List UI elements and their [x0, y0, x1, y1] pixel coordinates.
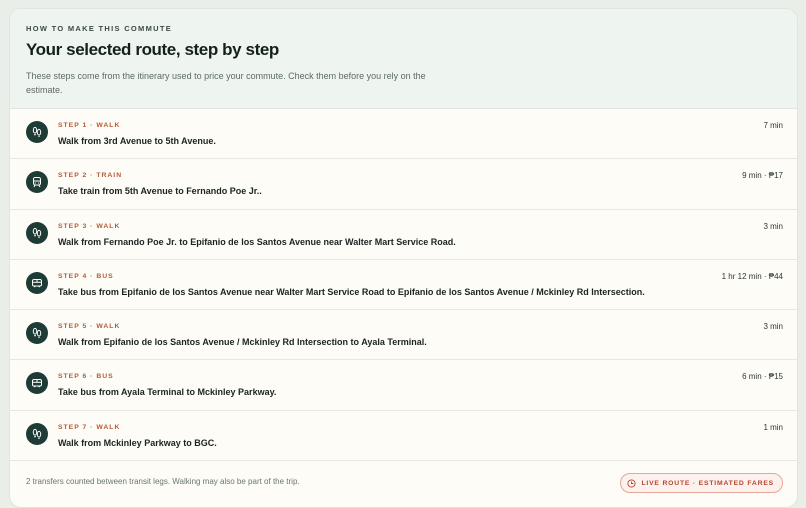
card-footer: 2 transfers counted between transit legs…	[10, 461, 797, 499]
card-header: HOW TO MAKE THIS COMMUTE Your selected r…	[10, 9, 797, 109]
step-duration: 3 min	[763, 322, 783, 332]
step-instruction: Walk from 3rd Avenue to 5th Avenue.	[58, 136, 216, 146]
walk-icon	[26, 322, 48, 345]
walk-icon	[26, 221, 48, 244]
step-duration: 3 min	[763, 221, 783, 231]
step-row: STEP 6 · BUS Take bus from Ayala Terminal…	[10, 360, 797, 411]
step-instruction: Take bus from Ayala Terminal to Mckinley…	[58, 387, 277, 398]
step-duration: 6 min · ₱15	[742, 372, 783, 382]
step-kicker: STEP 6 · BUS	[58, 373, 114, 381]
page-title: Your selected route, step by step	[26, 40, 279, 59]
walk-icon	[26, 121, 48, 143]
step-row: STEP 1 · WALK Walk from 3rd Avenue to 5th…	[10, 109, 797, 160]
step-row: STEP 3 · WALK Walk from Fernando Poe Jr. …	[10, 210, 797, 260]
badge-label: LIVE ROUTE · ESTIMATED FARES	[641, 479, 774, 487]
walk-icon	[26, 422, 48, 445]
step-row: STEP 5 · WALK Walk from Epifanio de los S…	[10, 310, 797, 361]
step-instruction: Walk from Epifanio de los Santos Avenue …	[58, 337, 427, 348]
step-duration: 9 min · ₱17	[742, 171, 783, 181]
step-kicker: STEP 5 · WALK	[58, 323, 121, 331]
clock-icon	[627, 479, 637, 488]
section-description: These steps come from the itinerary used…	[26, 71, 426, 95]
section-eyebrow: HOW TO MAKE THIS COMMUTE	[26, 24, 173, 33]
train-icon	[26, 171, 48, 194]
step-instruction: Take bus from Epifanio de los Santos Ave…	[58, 286, 645, 297]
bus-icon	[26, 271, 48, 294]
step-kicker: STEP 3 · WALK	[58, 222, 121, 230]
step-instruction: Take train from 5th Avenue to Fernando P…	[58, 186, 262, 197]
step-kicker: STEP 1 · WALK	[58, 122, 121, 129]
live-route-badge: LIVE ROUTE · ESTIMATED FARES	[620, 473, 783, 494]
commute-steps-card: HOW TO MAKE THIS COMMUTE Your selected r…	[9, 8, 798, 508]
step-row: STEP 4 · BUS Take bus from Epifanio de lo…	[10, 260, 797, 311]
step-duration: 1 hr 12 min · ₱44	[721, 271, 783, 281]
step-kicker: STEP 4 · BUS	[58, 272, 114, 280]
bus-icon	[26, 372, 48, 395]
step-instruction: Walk from Mckinley Parkway to BGC.	[58, 437, 217, 448]
transfer-note: 2 transfers counted between transit legs…	[26, 477, 300, 487]
step-list: STEP 1 · WALK Walk from 3rd Avenue to 5th…	[10, 109, 797, 462]
step-kicker: STEP 7 · WALK	[58, 423, 121, 431]
step-instruction: Walk from Fernando Poe Jr. to Epifanio d…	[58, 236, 456, 247]
step-row: STEP 7 · WALK Walk from Mckinley Parkway …	[10, 411, 797, 462]
step-duration: 7 min	[763, 121, 783, 130]
step-row: STEP 2 · TRAIN Take train from 5th Avenue…	[10, 159, 797, 210]
step-duration: 1 min	[763, 422, 783, 432]
step-kicker: STEP 2 · TRAIN	[58, 172, 123, 180]
